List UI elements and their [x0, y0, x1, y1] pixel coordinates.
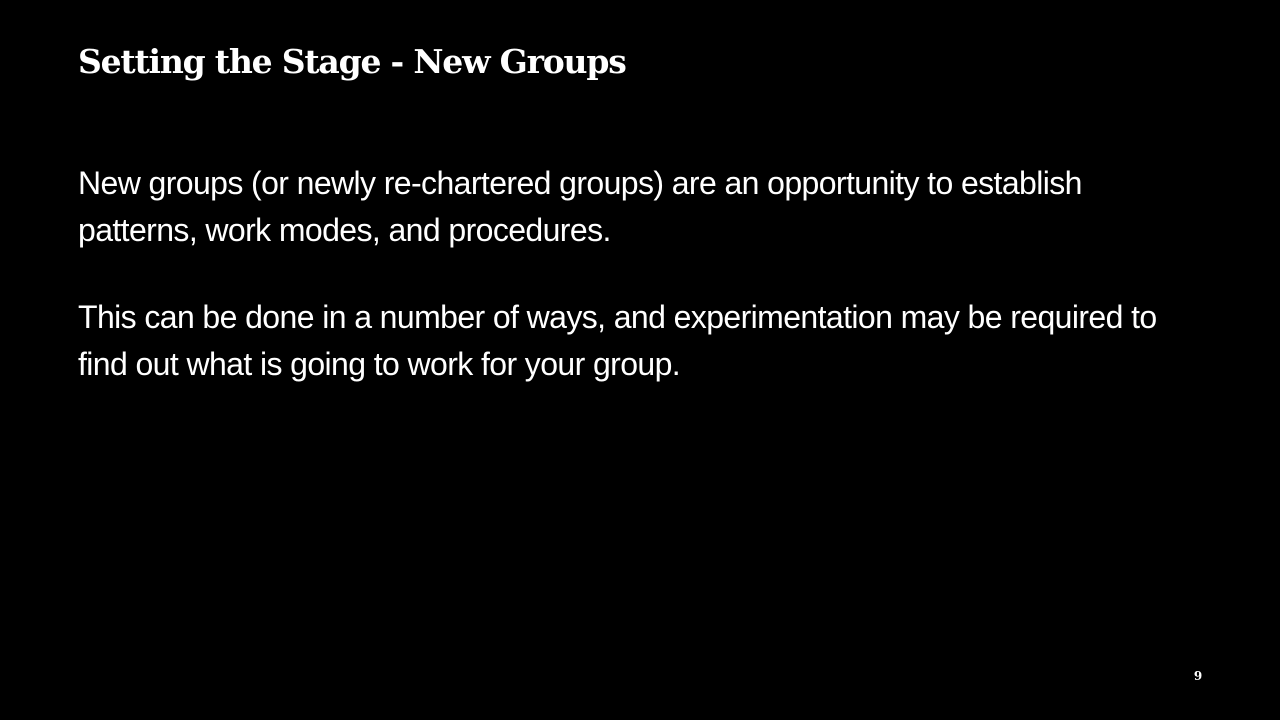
body-paragraph: This can be done in a number of ways, an… — [78, 299, 1157, 382]
page-number: 9 — [1193, 669, 1203, 683]
slide-title: Setting the Stage - New Groups — [78, 42, 627, 81]
slide: Setting the Stage - New Groups New group… — [0, 0, 1280, 720]
body-paragraph: New groups (or newly re-chartered groups… — [78, 165, 1082, 248]
slide-body: New groups (or newly re-chartered groups… — [78, 160, 1208, 428]
